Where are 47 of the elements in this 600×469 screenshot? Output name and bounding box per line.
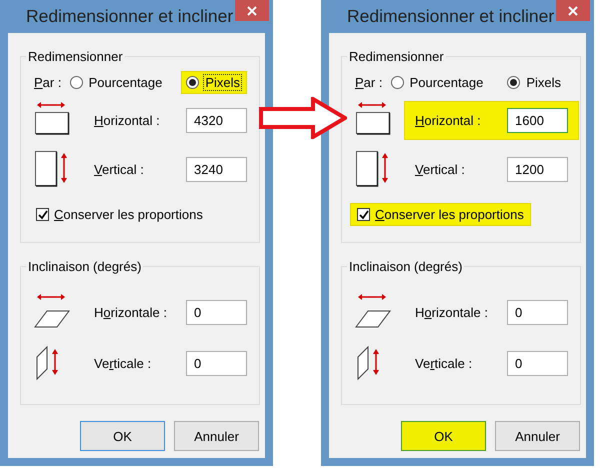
number-field[interactable]: 0 [186, 300, 247, 324]
checkbox[interactable]: Conserver les proportions [350, 203, 531, 226]
resize-height-icon [34, 151, 70, 187]
resize-width-icon [355, 102, 391, 138]
group-title: Inclinaison (degrés) [348, 259, 464, 274]
checkbox[interactable]: Conserver les proportions [29, 203, 210, 226]
skew-horizontal-icon [34, 294, 70, 330]
field-label: Horizontal : [415, 112, 482, 128]
number-field[interactable]: 1600 [507, 108, 568, 132]
window-title: Redimensionner et incliner [25, 6, 234, 27]
cancel-button[interactable]: Annuler [174, 421, 259, 451]
field-label: Verticale : [415, 356, 474, 370]
window-title: Redimensionner et incliner [346, 6, 554, 27]
ok-button[interactable]: OK [401, 421, 486, 451]
radio-option[interactable]: Pixels [181, 70, 247, 94]
radio-option[interactable]: Pixels [502, 70, 568, 94]
skew-horizontal-icon [355, 294, 391, 330]
field-label: Verticale : [94, 356, 152, 370]
field-label: Horizontale : [94, 304, 168, 320]
arrow-icon [259, 97, 347, 139]
ok-button[interactable]: OK [80, 421, 165, 451]
field-label: Horizontale : [415, 304, 489, 320]
check-icon [358, 210, 368, 220]
field-label: Vertical : [415, 162, 466, 176]
close-button[interactable] [235, 0, 269, 21]
check-icon [38, 210, 48, 220]
group-title: Inclinaison (degrés) [27, 259, 142, 274]
field-label: Vertical : [94, 162, 145, 176]
field-label: Par : [355, 74, 384, 90]
number-field[interactable]: 1200 [507, 156, 568, 182]
number-field[interactable]: 0 [507, 300, 568, 324]
resize-width-icon [34, 102, 70, 138]
resize-height-icon [355, 151, 391, 187]
close-button[interactable] [556, 0, 590, 21]
number-field[interactable]: 3240 [186, 156, 247, 182]
group-title: Redimensionner [27, 49, 124, 64]
number-field[interactable]: 0 [507, 350, 568, 376]
number-field[interactable]: 4320 [186, 108, 247, 132]
close-icon [247, 6, 257, 16]
group-title: Redimensionner [348, 49, 445, 64]
field-label: Par : [34, 74, 62, 90]
cancel-button[interactable]: Annuler [495, 421, 580, 451]
close-icon [568, 6, 578, 16]
radio-option[interactable]: Pourcentage [64, 70, 170, 94]
number-field[interactable]: 0 [186, 350, 247, 376]
field-label: Horizontal : [94, 112, 161, 128]
radio-option[interactable]: Pourcentage [386, 70, 490, 94]
